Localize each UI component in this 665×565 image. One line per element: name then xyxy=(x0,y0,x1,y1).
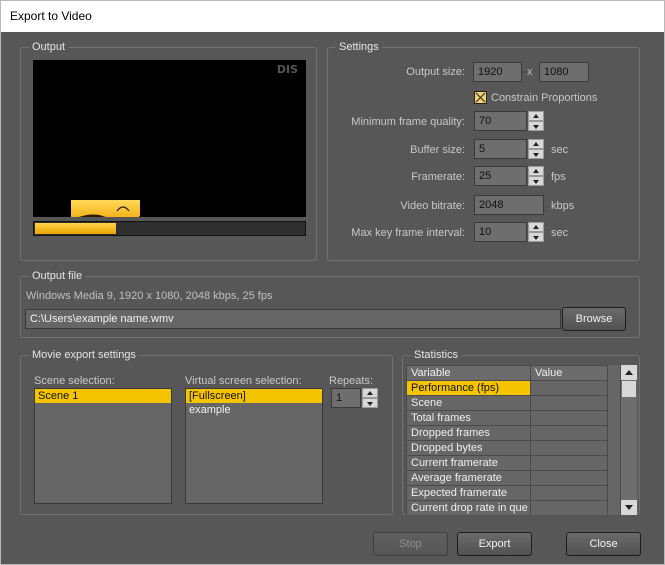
output-size-label: Output size: xyxy=(406,66,465,78)
statistics-table[interactable]: Variable Value Performance (fps) Scene T… xyxy=(406,365,608,515)
max-keyframe-stepper[interactable] xyxy=(528,222,544,242)
table-row[interactable]: Average framerate xyxy=(406,470,608,486)
max-keyframe-field[interactable]: 10 xyxy=(474,222,527,242)
stat-variable: Current drop rate in que xyxy=(406,500,531,515)
close-button[interactable]: Close xyxy=(566,532,641,556)
scroll-thumb[interactable] xyxy=(622,381,636,397)
spin-up-icon[interactable] xyxy=(528,166,544,176)
stat-value xyxy=(530,500,608,515)
statistics-scrollbar[interactable] xyxy=(620,365,637,515)
spin-up-icon[interactable] xyxy=(528,139,544,149)
export-progress-fill xyxy=(35,223,116,234)
scene-selection-list[interactable]: Scene 1 xyxy=(34,388,172,504)
dialog-content: Output DIS Settings Output size: 1920 x … xyxy=(1,32,664,564)
spin-up-icon[interactable] xyxy=(362,388,378,398)
table-row[interactable]: Current drop rate in que xyxy=(406,500,608,515)
stat-variable: Scene xyxy=(406,395,531,411)
statistics-table-container: Variable Value Performance (fps) Scene T… xyxy=(406,365,638,515)
stop-button[interactable]: Stop xyxy=(373,532,448,556)
scroll-up-icon[interactable] xyxy=(621,365,637,380)
video-bitrate-label: Video bitrate: xyxy=(400,200,465,212)
output-file-info: Windows Media 9, 1920 x 1080, 2048 kbps,… xyxy=(26,290,273,302)
list-item[interactable]: [Fullscreen] xyxy=(186,389,322,403)
export-progress-bar xyxy=(33,221,306,236)
table-row[interactable]: Dropped frames xyxy=(406,425,608,441)
spin-down-icon[interactable] xyxy=(362,398,378,408)
min-quality-field[interactable]: 70 xyxy=(474,111,527,131)
stat-variable: Performance (fps) xyxy=(406,380,531,396)
list-item[interactable]: example xyxy=(186,403,322,417)
movie-export-settings-title: Movie export settings xyxy=(29,349,139,361)
output-group-title: Output xyxy=(29,41,69,53)
stat-value xyxy=(530,455,608,471)
stat-value xyxy=(530,395,608,411)
statistics-group-title: Statistics xyxy=(411,349,462,361)
constrain-proportions-label: Constrain Proportions xyxy=(491,92,598,104)
min-quality-stepper[interactable] xyxy=(528,111,544,131)
column-header-variable[interactable]: Variable xyxy=(406,365,531,381)
output-width-field[interactable]: 1920 xyxy=(473,62,522,82)
keyframe-unit-label: sec xyxy=(551,227,569,239)
stat-value xyxy=(530,440,608,456)
output-height-field[interactable]: 1080 xyxy=(539,62,589,82)
settings-group-title: Settings xyxy=(336,41,382,53)
table-row[interactable]: Total frames xyxy=(406,410,608,426)
table-row[interactable]: Performance (fps) xyxy=(406,380,608,396)
spin-down-icon[interactable] xyxy=(528,232,544,242)
scroll-down-icon[interactable] xyxy=(621,500,637,515)
buffer-size-label: Buffer size: xyxy=(410,144,465,156)
video-bitrate-field[interactable]: 2048 xyxy=(474,195,544,215)
framerate-unit-label: fps xyxy=(551,171,566,183)
min-quality-label: Minimum frame quality: xyxy=(351,116,465,128)
spin-down-icon[interactable] xyxy=(528,149,544,159)
stat-variable: Dropped frames xyxy=(406,425,531,441)
buffer-size-stepper[interactable] xyxy=(528,139,544,159)
list-item[interactable]: Scene 1 xyxy=(35,389,171,403)
table-row[interactable]: Dropped bytes xyxy=(406,440,608,456)
preview-frame-image xyxy=(71,200,140,217)
bitrate-unit-label: kbps xyxy=(551,200,575,212)
repeats-label: Repeats: xyxy=(329,375,374,387)
browse-button[interactable]: Browse xyxy=(562,307,626,331)
table-row[interactable]: Expected framerate xyxy=(406,485,608,501)
buffer-unit-label: sec xyxy=(551,144,569,156)
framerate-field[interactable]: 25 xyxy=(474,166,527,186)
spin-down-icon[interactable] xyxy=(528,121,544,131)
framerate-label: Framerate: xyxy=(411,171,465,183)
column-header-value[interactable]: Value xyxy=(530,365,608,381)
max-keyframe-label: Max key frame interval: xyxy=(351,227,465,239)
video-preview: DIS xyxy=(33,60,306,217)
spin-up-icon[interactable] xyxy=(528,222,544,232)
buffer-size-field[interactable]: 5 xyxy=(474,139,527,159)
stat-variable: Total frames xyxy=(406,410,531,426)
stat-value xyxy=(530,380,608,396)
output-file-path-field[interactable]: C:\Users\example name.wmv xyxy=(25,309,561,329)
repeats-field[interactable]: 1 xyxy=(331,388,361,408)
stat-variable: Dropped bytes xyxy=(406,440,531,456)
stat-variable: Expected framerate xyxy=(406,485,531,501)
output-file-group-title: Output file xyxy=(29,270,86,282)
constrain-proportions-checkbox[interactable] xyxy=(474,91,487,104)
export-button[interactable]: Export xyxy=(457,532,532,556)
virtual-screen-selection-list[interactable]: [Fullscreen] example xyxy=(185,388,323,504)
spin-down-icon[interactable] xyxy=(528,176,544,186)
export-to-video-dialog: Export to Video Output DIS Settings Outp… xyxy=(0,0,665,565)
scene-selection-label: Scene selection: xyxy=(34,375,115,387)
framerate-stepper[interactable] xyxy=(528,166,544,186)
stat-variable: Average framerate xyxy=(406,470,531,486)
stat-value xyxy=(530,425,608,441)
table-row[interactable]: Current framerate xyxy=(406,455,608,471)
virtual-screen-selection-label: Virtual screen selection: xyxy=(185,375,302,387)
stat-value xyxy=(530,470,608,486)
table-row[interactable]: Scene xyxy=(406,395,608,411)
spin-up-icon[interactable] xyxy=(528,111,544,121)
repeats-stepper[interactable] xyxy=(362,388,378,408)
stat-variable: Current framerate xyxy=(406,455,531,471)
size-separator-label: x xyxy=(527,66,533,78)
window-title: Export to Video xyxy=(1,1,664,32)
stat-value xyxy=(530,485,608,501)
stat-value xyxy=(530,410,608,426)
